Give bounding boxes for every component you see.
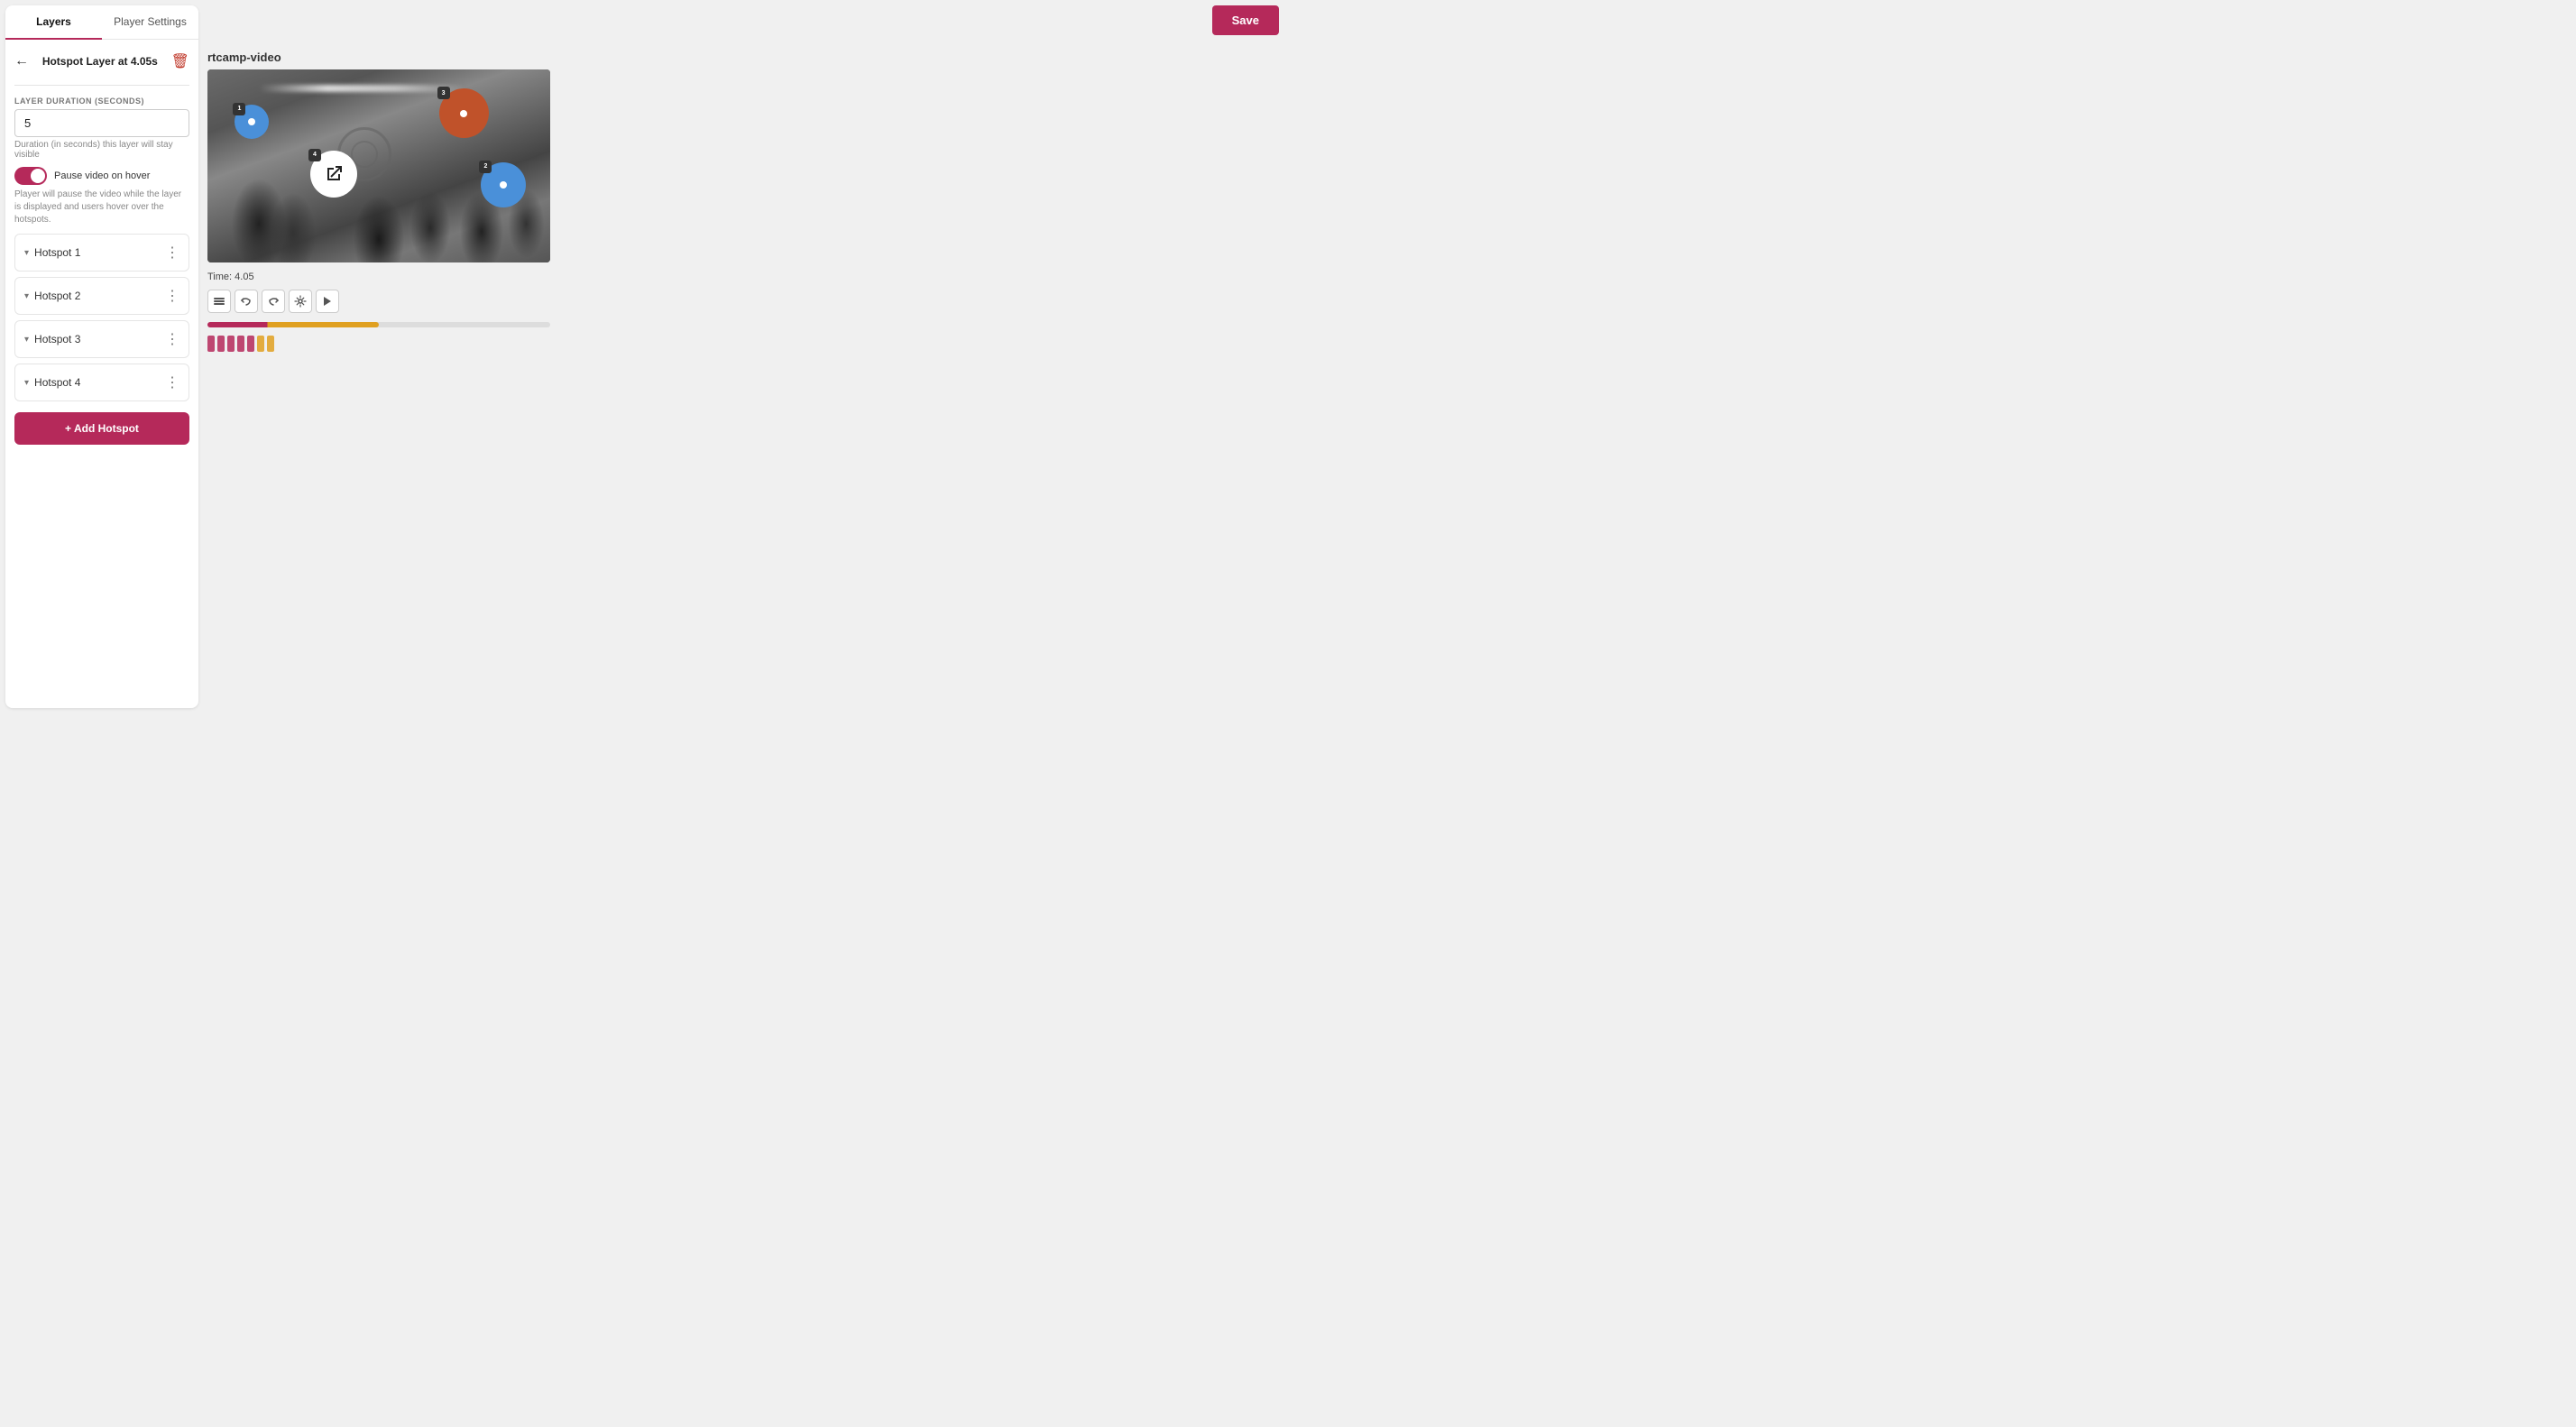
chevron-down-icon: ▾ <box>24 335 29 345</box>
delete-icon[interactable]: 🗑 <box>171 52 189 70</box>
right-area: Save rtcamp-video 1 2 <box>204 0 1288 714</box>
toggle-label: Pause video on hover <box>54 170 150 181</box>
hotspot-1-menu-icon[interactable]: ⋮ <box>165 244 179 262</box>
redo-icon[interactable] <box>262 290 285 313</box>
duration-input[interactable] <box>14 109 189 137</box>
hotspot-dot-3 <box>460 110 467 117</box>
gear-svg <box>294 295 307 308</box>
pause-toggle-switch[interactable] <box>14 167 47 185</box>
play-svg <box>321 295 334 308</box>
wall-art-inner <box>351 141 378 168</box>
tab-player-settings[interactable]: Player Settings <box>102 5 198 40</box>
redirect-arrow-icon <box>323 163 345 185</box>
timeline-controls <box>207 290 1279 313</box>
hotspot-item-4[interactable]: ▾ Hotspot 4 ⋮ <box>14 364 189 401</box>
left-panel: Layers Player Settings ← Hotspot Layer a… <box>5 5 198 708</box>
timeline-marker-3 <box>227 336 235 352</box>
duration-label: LAYER DURATION (SECONDS) <box>14 97 189 106</box>
hotspot-item-1[interactable]: ▾ Hotspot 1 ⋮ <box>14 234 189 272</box>
hotspot-badge-2: 2 <box>479 161 492 173</box>
hotspot-4-label: Hotspot 4 <box>34 376 80 389</box>
video-time: Time: 4.05 <box>207 272 1279 282</box>
timeline-marker-5 <box>247 336 254 352</box>
hotspot-2-label: Hotspot 2 <box>34 290 80 302</box>
hotspot-badge-3: 3 <box>437 87 450 99</box>
toggle-hint: Player will pause the video while the la… <box>14 189 189 226</box>
hotspot-item-2[interactable]: ▾ Hotspot 2 ⋮ <box>14 277 189 315</box>
settings-icon[interactable] <box>289 290 312 313</box>
chevron-down-icon: ▾ <box>24 248 29 258</box>
undo-icon[interactable] <box>235 290 258 313</box>
back-icon[interactable]: ← <box>14 53 29 69</box>
hotspot-dot-1 <box>248 118 255 125</box>
hotspot-dot-2 <box>500 181 507 189</box>
add-hotspot-button[interactable]: + Add Hotspot <box>14 412 189 445</box>
hotspot-item-3[interactable]: ▾ Hotspot 3 ⋮ <box>14 320 189 358</box>
timeline-markers <box>207 336 1279 352</box>
toggle-row: Pause video on hover <box>14 167 189 185</box>
hotspot-node-1[interactable]: 1 <box>235 105 269 139</box>
tab-layers[interactable]: Layers <box>5 5 102 40</box>
hotspot-list: ▾ Hotspot 1 ⋮ ▾ Hotspot 2 ⋮ ▾ Hotspot 3 … <box>14 234 189 401</box>
redo-svg <box>267 295 280 308</box>
hotspot-4-menu-icon[interactable]: ⋮ <box>165 373 179 391</box>
panel-content: ← Hotspot Layer at 4.05s 🗑 LAYER DURATIO… <box>5 40 198 708</box>
add-layer-icon[interactable] <box>207 290 231 313</box>
undo-svg <box>240 295 253 308</box>
divider-1 <box>14 85 189 86</box>
timeline-marker-6 <box>257 336 264 352</box>
hotspot-node-3[interactable]: 3 <box>439 88 489 138</box>
timeline-marker-7 <box>267 336 274 352</box>
layers-icon <box>213 295 225 308</box>
video-player[interactable]: 1 2 3 4 <box>207 69 550 262</box>
hotspot-3-label: Hotspot 3 <box>34 333 80 345</box>
duration-hint: Duration (in seconds) this layer will st… <box>14 140 189 160</box>
hotspot-node-2[interactable]: 2 <box>481 162 526 207</box>
play-icon[interactable] <box>316 290 339 313</box>
hotspot-badge-1: 1 <box>233 103 245 115</box>
chevron-down-icon: ▾ <box>24 378 29 388</box>
timeline-marker-4 <box>237 336 244 352</box>
hotspot-node-4[interactable]: 4 <box>310 151 357 198</box>
timeline-marker-1 <box>207 336 215 352</box>
progress-bar[interactable] <box>207 322 550 327</box>
video-ceiling-lights <box>259 85 465 92</box>
hotspot-1-label: Hotspot 1 <box>34 246 80 259</box>
duration-section: LAYER DURATION (SECONDS) Duration (in se… <box>14 97 189 160</box>
panel-header: ← Hotspot Layer at 4.05s 🗑 <box>14 49 189 74</box>
progress-bar-fill <box>207 322 379 327</box>
hotspot-2-menu-icon[interactable]: ⋮ <box>165 287 179 305</box>
video-title: rtcamp-video <box>207 51 1279 64</box>
timeline-marker-2 <box>217 336 225 352</box>
save-button[interactable]: Save <box>1212 5 1279 35</box>
tabs: Layers Player Settings <box>5 5 198 40</box>
video-section: rtcamp-video 1 2 3 <box>207 51 1279 352</box>
pause-toggle-section: Pause video on hover Player will pause t… <box>14 167 189 226</box>
chevron-down-icon: ▾ <box>24 291 29 301</box>
hotspot-3-menu-icon[interactable]: ⋮ <box>165 330 179 348</box>
hotspot-badge-4: 4 <box>308 149 321 161</box>
hotspot-layer-title: Hotspot Layer at 4.05s <box>42 55 158 68</box>
